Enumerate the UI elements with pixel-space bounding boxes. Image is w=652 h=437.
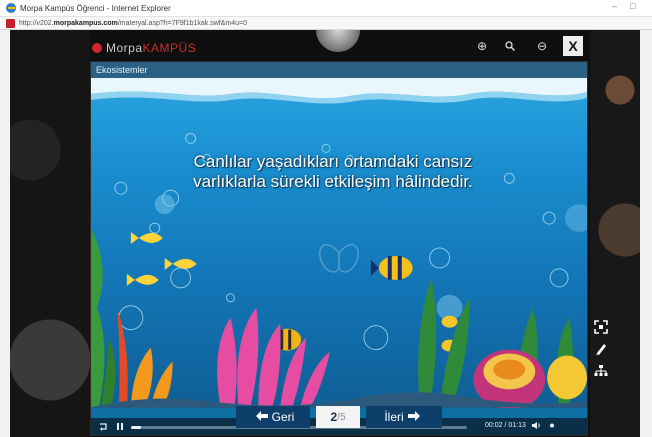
page-indicator: 2 / 5 [316,406,360,428]
yellow-fish-group [126,232,197,286]
minimize-button[interactable]: – [612,1,617,11]
zoom-out-icon[interactable]: ⊖ [532,36,552,56]
watermark-logo [319,243,359,273]
lesson-window: Ekosistemler Canlılar yaşadıkları ortamd… [90,61,588,436]
sea-anemone [473,349,546,408]
url-prefix: http://v202. [19,19,54,27]
address-bar[interactable]: http://v202. morpakampus.com /materyal.a… [0,16,652,30]
fullscreen-icon[interactable] [592,320,610,338]
pen-icon[interactable] [592,342,610,360]
url-host: morpakampus.com [53,19,118,27]
morpa-kampus-logo: Morpa KAMPÜS [92,40,196,56]
next-page-button[interactable]: İleri [366,406,442,428]
next-page-label: İleri [384,410,404,424]
brand-sub: KAMPÜS [142,41,197,55]
zoom-in-icon[interactable]: ⊕ [472,36,492,56]
pagination: Geri 2 / 5 İleri [0,406,652,428]
underwater-scene [91,132,587,408]
orange-coral [130,347,173,408]
page-area: Morpa KAMPÜS ⊕ ⊖ X Ekosistemler Canlılar… [0,30,652,437]
right-margin [640,30,652,437]
arrow-right-icon [407,410,420,424]
planet-decoration [316,30,360,52]
seaweed-left [91,228,128,408]
headline-line-1: Canlılar yaşadıkları ortamdaki cansız [193,152,473,171]
current-page: 2 [330,410,338,424]
yellow-coral [547,355,587,400]
left-decoration [10,30,90,437]
lesson-title: Ekosistemler [91,62,587,78]
internet-explorer-icon [6,3,16,13]
window-title: Morpa Kampüs Öğrenci - Internet Explorer [20,3,171,13]
previous-page-button[interactable]: Geri [236,406,310,428]
previous-page-label: Geri [271,410,295,424]
maximize-button[interactable]: □ [630,1,635,11]
browser-titlebar: Morpa Kampüs Öğrenci - Internet Explorer… [0,0,652,16]
arrow-left-icon [255,410,268,424]
lesson-headline: Canlılar yaşadıkları ortamdaki cansız va… [153,152,513,192]
close-button[interactable]: X [563,36,583,56]
left-margin [0,30,10,437]
headline-line-2: varlıklarla sürekli etkileşim hâlindedir… [193,172,473,191]
zoom-icon[interactable] [500,36,520,56]
pink-coral [217,307,331,408]
site-favicon [6,18,15,28]
brand-main: Morpa [106,41,143,55]
sitemap-icon[interactable] [592,364,610,382]
logo-mark-icon [92,43,102,53]
total-pages: 5 [339,411,346,423]
url-path: /materyal.asp?h=7F9f1b1kak.swf&m4u=0 [117,19,248,27]
angelfish [370,255,413,280]
